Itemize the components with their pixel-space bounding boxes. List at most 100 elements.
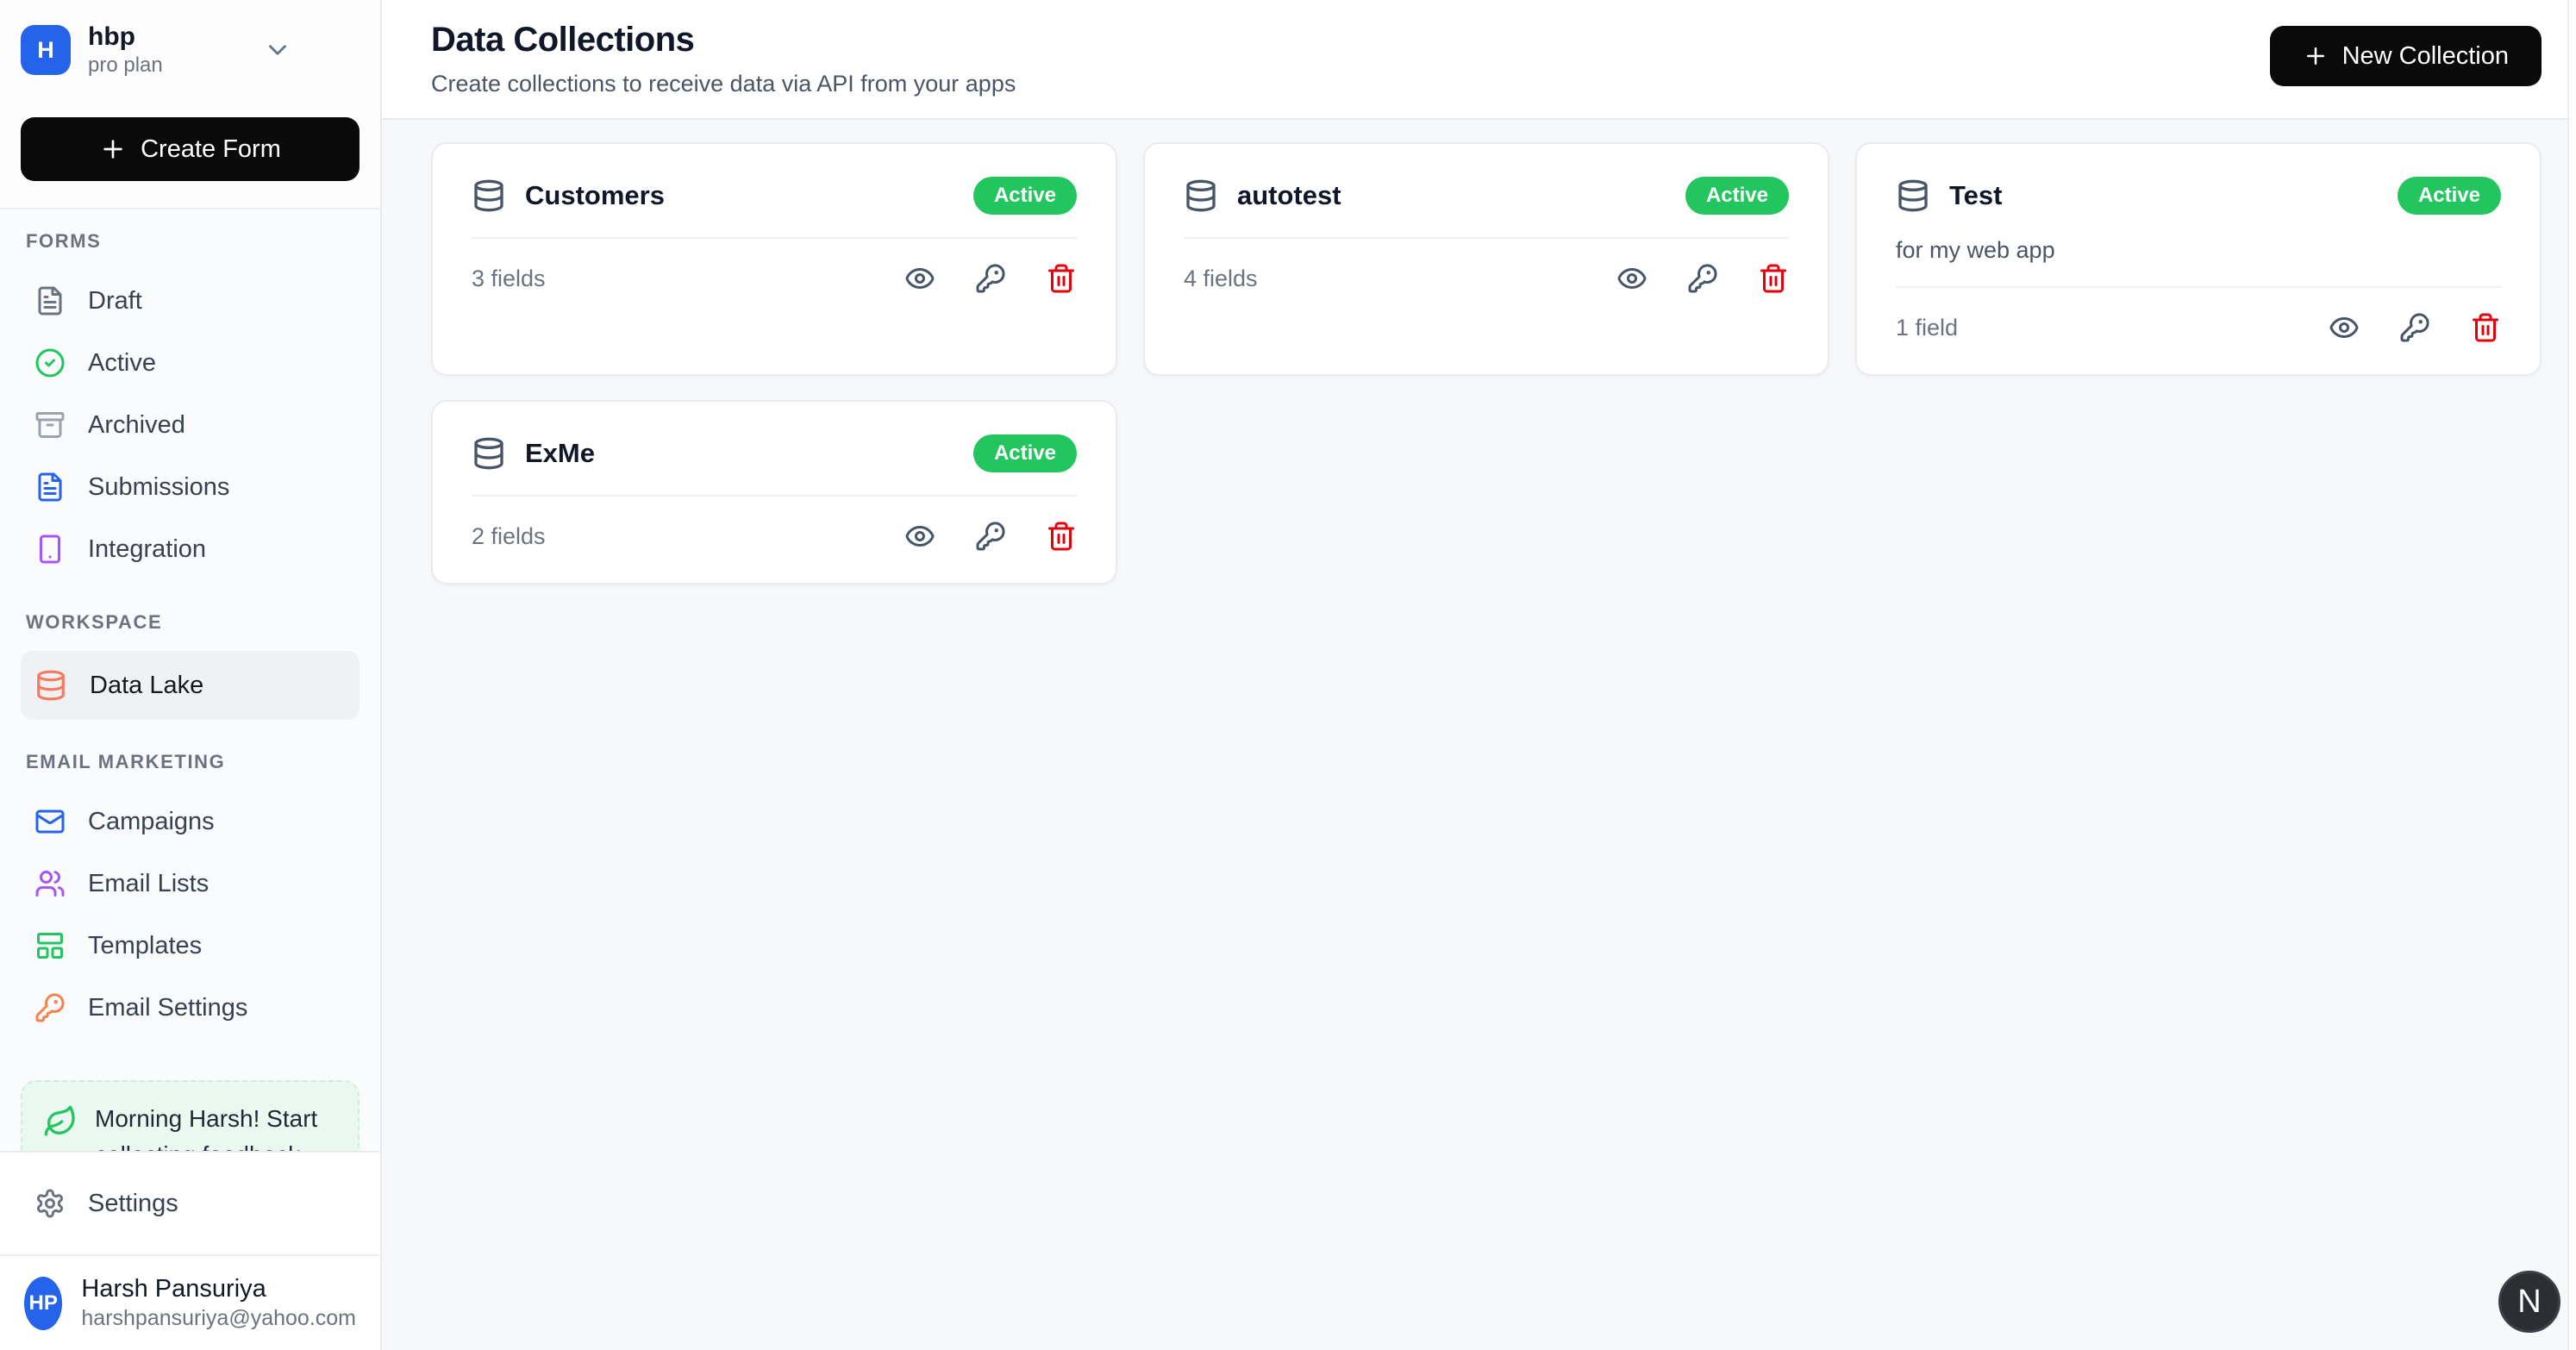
- section-label-email-marketing: EMAIL MARKETING: [21, 751, 360, 791]
- sidebar-item-active[interactable]: Active: [21, 332, 360, 394]
- page-title: Data Collections: [431, 21, 1016, 59]
- view-collection-button[interactable]: [904, 263, 935, 294]
- key-icon: [2399, 312, 2430, 343]
- delete-collection-button[interactable]: [1758, 263, 1789, 294]
- sidebar-item-email-settings[interactable]: Email Settings: [21, 977, 360, 1039]
- view-collection-button[interactable]: [904, 521, 935, 552]
- api-key-button[interactable]: [1687, 263, 1718, 294]
- plus-icon: [2303, 43, 2329, 69]
- user-menu[interactable]: HP Harsh Pansuriya harshpansuriya@yahoo.…: [0, 1254, 380, 1350]
- api-key-button[interactable]: [975, 521, 1006, 552]
- sidebar-item-email-lists[interactable]: Email Lists: [21, 853, 360, 915]
- sidebar-item-campaigns[interactable]: Campaigns: [21, 791, 360, 853]
- card-actions: [2329, 312, 2501, 343]
- sidebar-item-settings[interactable]: Settings: [0, 1153, 380, 1254]
- key-icon: [975, 263, 1006, 294]
- collection-name: Customers: [525, 180, 665, 211]
- collection-card-exme[interactable]: ExMe Active 2 fields: [431, 400, 1117, 584]
- card-header: Test Active: [1896, 177, 2501, 215]
- api-key-button[interactable]: [2399, 312, 2430, 343]
- database-icon: [472, 436, 506, 471]
- sidebar-item-label: Templates: [88, 932, 202, 960]
- database-icon: [1896, 178, 1930, 213]
- sidebar-item-label: Draft: [88, 287, 142, 316]
- eye-icon: [1616, 263, 1648, 294]
- workspace-switcher[interactable]: H hbp pro plan: [21, 22, 360, 78]
- nextjs-dev-badge[interactable]: N: [2498, 1271, 2560, 1333]
- database-icon: [34, 669, 67, 702]
- plus-icon: [99, 135, 127, 163]
- archive-icon: [34, 409, 66, 441]
- card-actions: [904, 263, 1077, 294]
- view-collection-button[interactable]: [2329, 312, 2360, 343]
- layout-template-icon: [34, 930, 66, 961]
- sidebar-item-label: Email Lists: [88, 870, 209, 898]
- card-header: ExMe Active: [472, 434, 1077, 472]
- sidebar-item-label: Integration: [88, 535, 206, 564]
- collection-card-test[interactable]: Test Active for my web app 1 field: [1855, 142, 2542, 376]
- page-header: Data Collections Create collections to r…: [382, 0, 2567, 120]
- avatar: HP: [24, 1277, 62, 1330]
- collection-name: Test: [1949, 180, 2002, 211]
- circle-check-icon: [34, 347, 66, 378]
- eye-icon: [904, 521, 935, 552]
- eye-icon: [2329, 312, 2360, 343]
- gear-icon: [34, 1188, 66, 1219]
- create-form-button[interactable]: Create Form: [21, 117, 360, 181]
- status-badge: Active: [2398, 177, 2501, 215]
- divider: [1184, 237, 1789, 239]
- card-actions: [904, 521, 1077, 552]
- card-footer: 3 fields: [472, 263, 1077, 294]
- new-collection-button[interactable]: New Collection: [2270, 26, 2542, 86]
- workspace-plan: pro plan: [88, 53, 163, 78]
- user-name: Harsh Pansuriya: [81, 1275, 356, 1303]
- file-text-icon: [34, 472, 66, 503]
- fields-count: 3 fields: [472, 266, 546, 292]
- sidebar-item-integration[interactable]: Integration: [21, 518, 360, 580]
- trash-icon: [2470, 312, 2501, 343]
- fields-count: 4 fields: [1184, 266, 1258, 292]
- sidebar-item-archived[interactable]: Archived: [21, 394, 360, 456]
- card-header: Customers Active: [472, 177, 1077, 215]
- key-icon: [34, 992, 66, 1023]
- key-icon: [975, 521, 1006, 552]
- card-footer: 4 fields: [1184, 263, 1789, 294]
- sidebar-item-templates[interactable]: Templates: [21, 915, 360, 977]
- view-collection-button[interactable]: [1616, 263, 1648, 294]
- sidebar-item-label: Campaigns: [88, 808, 215, 836]
- key-icon: [1687, 263, 1718, 294]
- delete-collection-button[interactable]: [1046, 263, 1077, 294]
- fields-count: 1 field: [1896, 315, 1958, 341]
- status-badge: Active: [1685, 177, 1789, 215]
- eye-icon: [904, 263, 935, 294]
- sidebar-item-label: Data Lake: [90, 672, 203, 700]
- collections-grid: Customers Active 3 fields: [382, 120, 2567, 1350]
- collection-card-customers[interactable]: Customers Active 3 fields: [431, 142, 1117, 376]
- page-header-text: Data Collections Create collections to r…: [431, 21, 1016, 97]
- workspace-name: hbp: [88, 22, 163, 52]
- user-email: harshpansuriya@yahoo.com: [81, 1306, 356, 1331]
- delete-collection-button[interactable]: [1046, 521, 1077, 552]
- collection-card-autotest[interactable]: autotest Active 4 fields: [1143, 142, 1829, 376]
- chevron-down-icon: [263, 35, 292, 65]
- leaf-icon: [43, 1104, 78, 1139]
- sidebar: H hbp pro plan Create Form FORMS: [0, 0, 382, 1350]
- scrollbar-track[interactable]: [2567, 0, 2576, 1350]
- file-text-icon: [34, 285, 66, 316]
- divider: [472, 495, 1077, 497]
- api-key-button[interactable]: [975, 263, 1006, 294]
- workspace-meta: hbp pro plan: [88, 22, 163, 78]
- divider: [1896, 286, 2501, 288]
- new-collection-label: New Collection: [2342, 42, 2509, 71]
- status-badge: Active: [973, 434, 1077, 472]
- user-meta: Harsh Pansuriya harshpansuriya@yahoo.com: [81, 1275, 356, 1331]
- status-badge: Active: [973, 177, 1077, 215]
- delete-collection-button[interactable]: [2470, 312, 2501, 343]
- sidebar-item-submissions[interactable]: Submissions: [21, 456, 360, 518]
- sidebar-item-label: Archived: [88, 411, 185, 440]
- database-icon: [472, 178, 506, 213]
- sidebar-item-draft[interactable]: Draft: [21, 270, 360, 332]
- section-label-forms: FORMS: [21, 230, 360, 270]
- sidebar-item-data-lake[interactable]: Data Lake: [21, 651, 360, 720]
- collection-name: autotest: [1237, 180, 1341, 211]
